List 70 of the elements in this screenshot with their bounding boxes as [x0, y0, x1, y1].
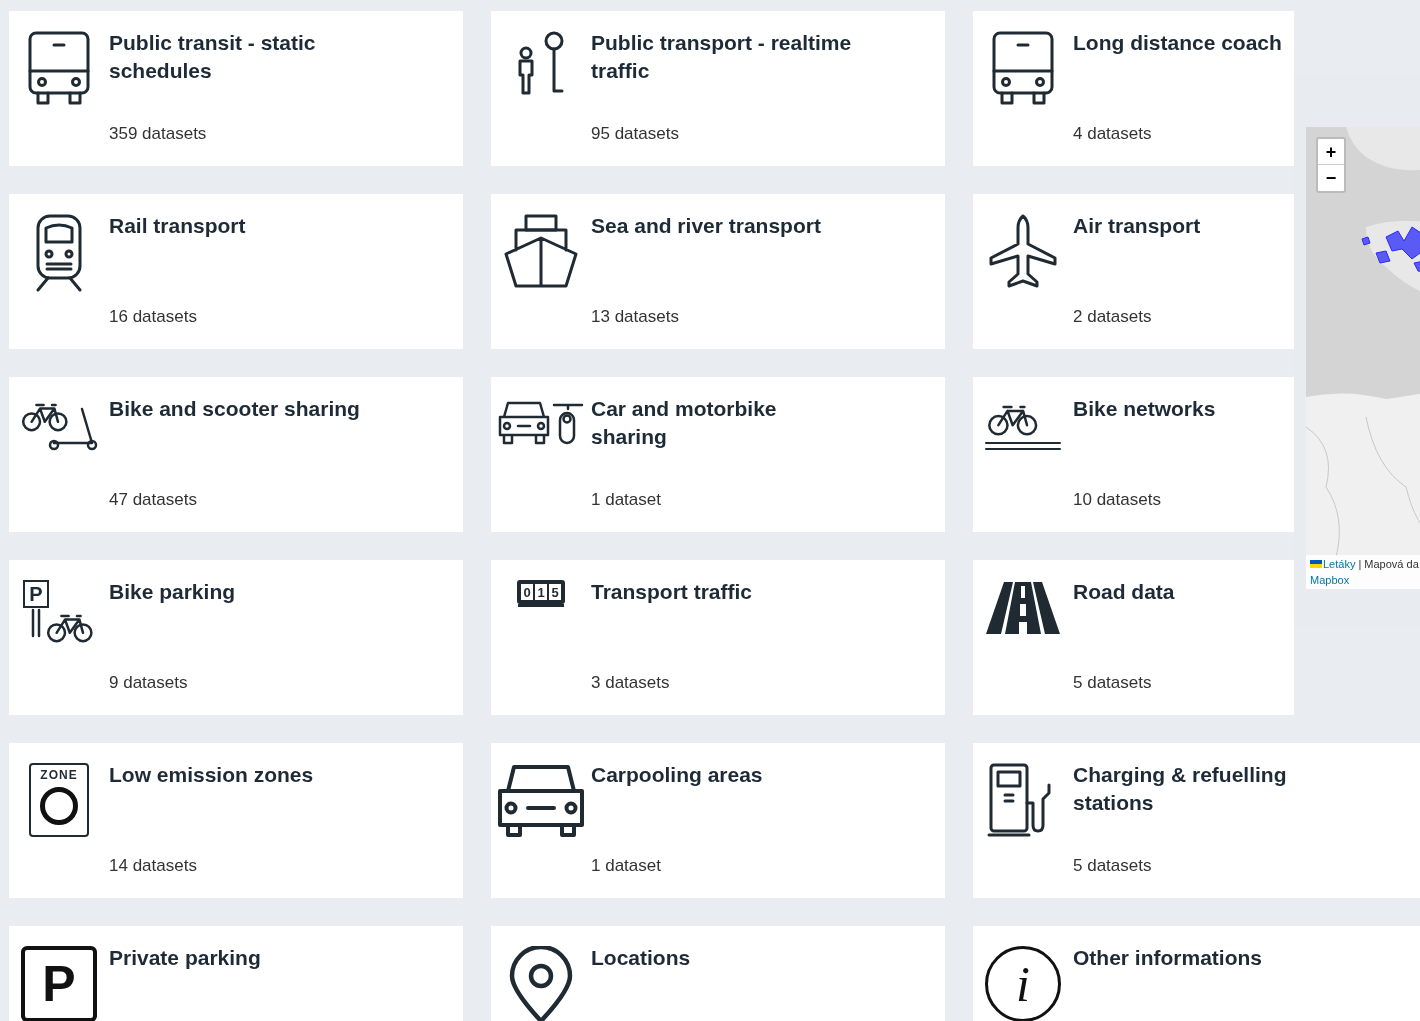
category-title[interactable]: Charging & refuelling stations: [1073, 761, 1420, 817]
zoom-out-button[interactable]: −: [1318, 165, 1344, 191]
attribution-link[interactable]: Letáky: [1323, 556, 1356, 572]
dataset-count: 359 datasets: [109, 122, 208, 145]
category-card[interactable]: Locations: [491, 926, 945, 1021]
category-title[interactable]: Transport traffic: [591, 578, 945, 606]
category-title[interactable]: Locations: [591, 944, 945, 972]
bus-icon: [28, 31, 90, 107]
category-title[interactable]: Bike networks: [1073, 395, 1294, 423]
category-title[interactable]: Private parking: [109, 944, 463, 972]
category-card[interactable]: Air transport 2 datasets: [973, 194, 1294, 349]
category-card[interactable]: Public transport - realtime traffic 95 datasets: [491, 11, 945, 166]
location-pin-icon: [508, 946, 574, 1021]
dataset-count: 4 datasets: [1073, 122, 1153, 145]
dataset-count: 10 datasets: [1073, 488, 1162, 511]
dataset-count: 9 datasets: [109, 671, 189, 694]
category-card[interactable]: Road data 5 datasets: [973, 560, 1294, 715]
ship-icon: [504, 214, 578, 290]
category-card[interactable]: 0 1 5 Transport traffic 3 datasets: [491, 560, 945, 715]
category-card[interactable]: Charging & refuelling stations 5 datasets: [973, 743, 1420, 898]
category-card[interactable]: Sea and river transport 13 datasets: [491, 194, 945, 349]
counter-icon: 0 1 5: [517, 580, 565, 607]
category-title[interactable]: Low emission zones: [109, 761, 463, 789]
dataset-count: 95 datasets: [591, 122, 680, 145]
road-icon: [984, 580, 1062, 636]
dataset-count: 1 dataset: [591, 854, 662, 877]
category-card[interactable]: Bike networks 10 datasets: [973, 377, 1294, 532]
info-icon: i: [985, 946, 1061, 1021]
attribution-text: | Mapová da: [1358, 557, 1419, 572]
zoom-in-button[interactable]: +: [1318, 139, 1344, 165]
dataset-count: 2 datasets: [1073, 305, 1153, 328]
category-title[interactable]: Long distance coach: [1073, 29, 1294, 57]
category-title[interactable]: Air transport: [1073, 212, 1294, 240]
bus-icon: [992, 31, 1054, 107]
category-card[interactable]: ZONE Low emission zones 14 datasets: [9, 743, 463, 898]
dataset-count: 14 datasets: [109, 854, 198, 877]
category-card[interactable]: Long distance coach 4 datasets: [973, 11, 1294, 166]
parking-icon: P: [21, 946, 97, 1021]
airplane-icon: [989, 214, 1057, 288]
category-card[interactable]: P Private parking: [9, 926, 463, 1021]
dataset-count: 5 datasets: [1073, 854, 1153, 877]
category-card[interactable]: Rail transport 16 datasets: [9, 194, 463, 349]
category-title[interactable]: Other informations: [1073, 944, 1420, 972]
category-title[interactable]: Sea and river transport: [591, 212, 945, 240]
car-icon: [496, 763, 586, 839]
category-title[interactable]: Bike parking: [109, 578, 463, 606]
category-title[interactable]: Carpooling areas: [591, 761, 945, 789]
dataset-count: 47 datasets: [109, 488, 198, 511]
category-title[interactable]: Road data: [1073, 578, 1294, 606]
dataset-count: 16 datasets: [109, 305, 198, 328]
dataset-count: 13 datasets: [591, 305, 680, 328]
dataset-count: 1 dataset: [591, 488, 662, 511]
category-card[interactable]: P Bike parking 9 datasets: [9, 560, 463, 715]
category-card[interactable]: Public transit - static schedules 359 datasets: [9, 11, 463, 166]
category-title[interactable]: Car and motorbike sharing: [591, 395, 945, 451]
category-title[interactable]: Public transport - realtime traffic: [591, 29, 945, 85]
category-title[interactable]: Rail transport: [109, 212, 463, 240]
dataset-count: 5 datasets: [1073, 671, 1153, 694]
bus-stop-icon: [516, 31, 566, 97]
ukraine-flag-icon: [1310, 560, 1322, 568]
category-card[interactable]: Bike and scooter sharing 47 datasets: [9, 377, 463, 532]
low-emission-zone-icon: ZONE: [29, 763, 89, 837]
category-title[interactable]: Public transit - static schedules: [109, 29, 463, 85]
category-title[interactable]: Bike and scooter sharing: [109, 395, 463, 423]
mapbox-link[interactable]: Mapbox: [1310, 572, 1420, 588]
dataset-count: 3 datasets: [591, 671, 671, 694]
category-card[interactable]: Car and motorbike sharing 1 dataset: [491, 377, 945, 532]
category-card[interactable]: Carpooling areas 1 dataset: [491, 743, 945, 898]
category-card[interactable]: i Other informations: [973, 926, 1420, 1021]
train-icon: [34, 214, 84, 292]
